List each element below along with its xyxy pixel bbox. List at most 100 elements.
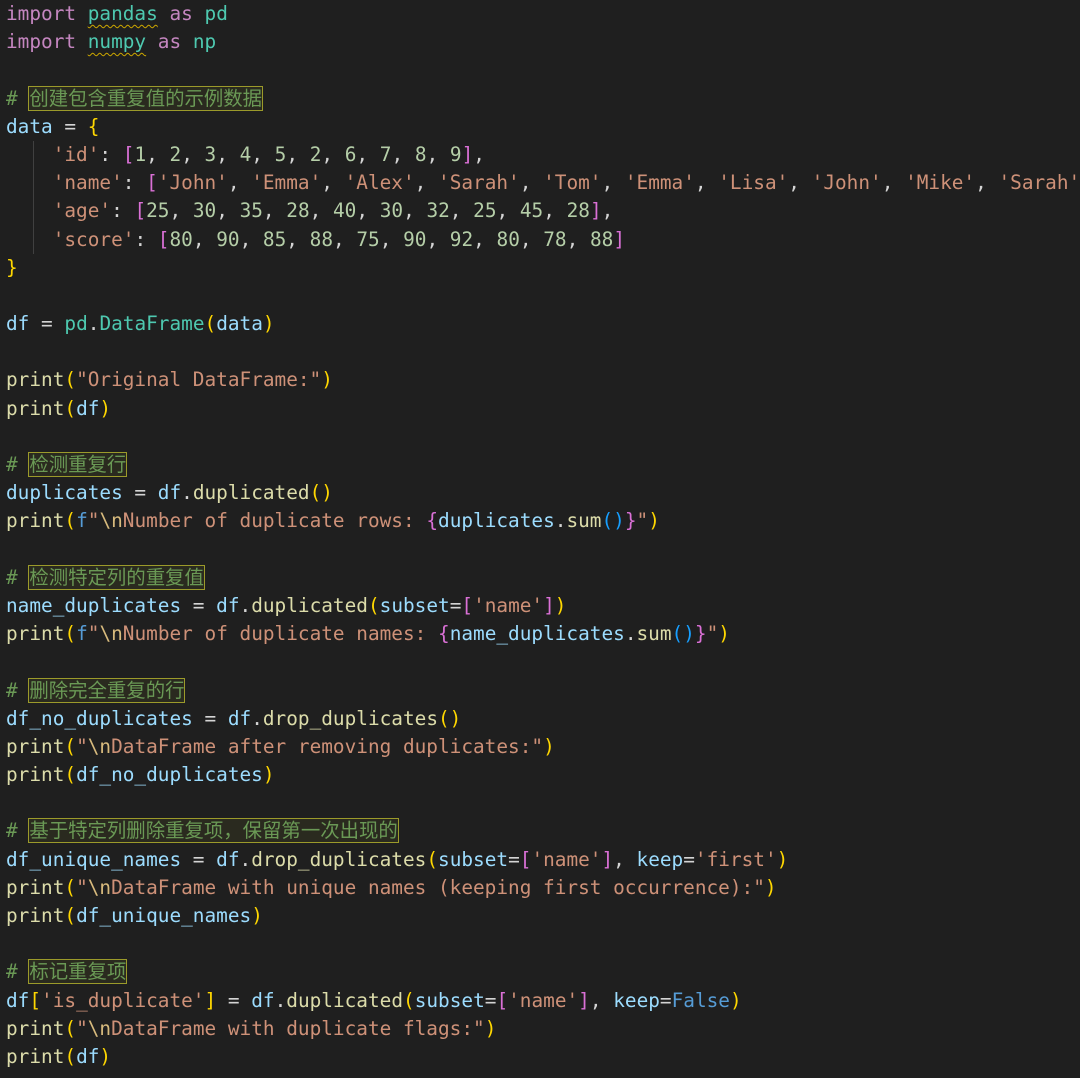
- code-token: ,: [333, 227, 357, 251]
- code-token: :: [99, 142, 123, 166]
- code-token: ,: [975, 171, 999, 195]
- code-token: (: [367, 593, 380, 617]
- code-token: #: [6, 819, 30, 843]
- code-token: (: [64, 1016, 77, 1040]
- code-line[interactable]: name_duplicates = df.duplicated(subset=[…: [6, 592, 1080, 620]
- code-token: ): [776, 847, 789, 871]
- code-line[interactable]: data = {: [6, 113, 1080, 141]
- code-line[interactable]: duplicates = df.duplicated(): [6, 479, 1080, 507]
- code-editor[interactable]: import pandas as pdimport numpy as np​# …: [0, 0, 1080, 1078]
- code-token: ): [648, 509, 660, 533]
- code-line[interactable]: 'name': ['John', 'Emma', 'Alex', 'Sarah'…: [6, 169, 1080, 197]
- code-token: 'name': [473, 593, 544, 617]
- code-line[interactable]: print(df): [6, 1043, 1080, 1071]
- code-line[interactable]: ​: [6, 930, 1080, 958]
- code-token: 标记重复项: [28, 959, 128, 985]
- code-line[interactable]: # 检测特定列的重复值: [6, 564, 1080, 592]
- code-token: 6: [344, 142, 357, 166]
- code-line[interactable]: df = pd.DataFrame(data): [6, 310, 1080, 338]
- code-token: ,: [613, 847, 637, 871]
- code-line[interactable]: print(f"\nNumber of duplicate names: {na…: [6, 620, 1080, 648]
- code-token: ,: [426, 142, 450, 166]
- code-token: .: [181, 481, 193, 505]
- code-line[interactable]: df_unique_names = df.drop_duplicates(sub…: [6, 846, 1080, 874]
- code-line[interactable]: 'score': [80, 90, 85, 88, 75, 90, 92, 80…: [6, 226, 1080, 254]
- code-line[interactable]: ​: [6, 338, 1080, 366]
- code-line[interactable]: df['is_duplicate'] = df.duplicated(subse…: [6, 987, 1080, 1015]
- code-line[interactable]: ​: [6, 536, 1080, 564]
- code-line[interactable]: 'age': [25, 30, 35, 28, 40, 30, 32, 25, …: [6, 197, 1080, 225]
- code-line[interactable]: ​: [6, 648, 1080, 676]
- code-token: df: [227, 706, 252, 730]
- code-token: df: [216, 847, 240, 871]
- code-token: (: [64, 734, 77, 758]
- code-token: 2: [309, 142, 322, 166]
- code-line[interactable]: ​: [6, 282, 1080, 310]
- code-line[interactable]: ​: [6, 56, 1080, 84]
- code-token: ): [262, 763, 275, 787]
- code-line[interactable]: import numpy as np: [6, 28, 1080, 56]
- code-token: ,: [473, 227, 497, 251]
- code-token: subset: [438, 847, 509, 871]
- code-line[interactable]: print("\nDataFrame with unique names (ke…: [6, 874, 1080, 902]
- code-token: ,: [391, 142, 415, 166]
- code-line[interactable]: print("\nDataFrame after removing duplic…: [6, 733, 1080, 761]
- code-token: 78: [543, 227, 567, 251]
- code-line[interactable]: 'id': [1, 2, 3, 4, 5, 2, 6, 7, 8, 9],: [6, 141, 1080, 169]
- code-line[interactable]: print(df): [6, 395, 1080, 423]
- code-token: ,: [449, 199, 474, 223]
- code-token: ): [764, 875, 777, 899]
- code-line[interactable]: df_no_duplicates = df.drop_duplicates(): [6, 705, 1080, 733]
- code-token: ": [87, 509, 100, 533]
- code-token: [: [496, 988, 509, 1012]
- code-token: ,: [262, 199, 287, 223]
- code-line[interactable]: print(df_unique_names): [6, 902, 1080, 930]
- code-line[interactable]: import pandas as pd: [6, 0, 1080, 28]
- code-line[interactable]: }: [6, 254, 1080, 282]
- code-token: duplicated: [286, 988, 404, 1012]
- code-token: print: [6, 875, 65, 899]
- code-line[interactable]: # 删除完全重复的行: [6, 677, 1080, 705]
- code-line[interactable]: # 标记重复项: [6, 958, 1080, 986]
- code-line[interactable]: ​: [6, 423, 1080, 451]
- code-token: ]: [204, 988, 217, 1012]
- code-token: (: [426, 847, 439, 871]
- code-token: (: [64, 904, 77, 927]
- code-token: }: [624, 509, 637, 533]
- code-token: f: [76, 622, 88, 646]
- code-line[interactable]: # 基于特定列删除重复项，保留第一次出现的: [6, 817, 1080, 845]
- code-area[interactable]: import pandas as pdimport numpy as np​# …: [6, 0, 1080, 1071]
- code-token: ,: [601, 171, 625, 195]
- code-token: 2: [169, 142, 182, 166]
- code-token: ,: [227, 171, 252, 195]
- code-line[interactable]: print("\nDataFrame with duplicate flags:…: [6, 1015, 1080, 1043]
- code-token: pd: [64, 312, 88, 336]
- code-token: 'is_duplicate': [41, 988, 205, 1012]
- code-line[interactable]: ​: [6, 789, 1080, 817]
- code-token: ": [636, 509, 649, 533]
- code-token: 删除完全重复的行: [28, 677, 186, 703]
- code-token: data: [216, 312, 263, 336]
- code-token: ): [554, 593, 567, 617]
- code-token: ): [718, 622, 730, 646]
- code-token: ,: [589, 988, 614, 1012]
- code-line[interactable]: print(df_no_duplicates): [6, 761, 1080, 789]
- code-line[interactable]: # 检测重复行: [6, 451, 1080, 479]
- code-token: (: [64, 875, 77, 899]
- code-token: ,: [694, 171, 719, 195]
- code-token: ,: [321, 142, 345, 166]
- code-token: }: [694, 622, 707, 646]
- code-token: ,: [403, 199, 427, 223]
- code-token: df_unique_names: [76, 904, 252, 927]
- code-token: 'Lisa': [718, 171, 789, 195]
- code-token: 'Emma': [624, 171, 695, 195]
- code-token: 90: [403, 227, 427, 251]
- code-line[interactable]: print("Original DataFrame:"): [6, 366, 1080, 394]
- code-line[interactable]: print(f"\nNumber of duplicate rows: {dup…: [6, 507, 1080, 535]
- code-token: ]: [589, 199, 602, 223]
- code-line[interactable]: # 创建包含重复值的示例数据: [6, 85, 1080, 113]
- code-token: }: [6, 255, 18, 279]
- code-token: (): [671, 622, 695, 646]
